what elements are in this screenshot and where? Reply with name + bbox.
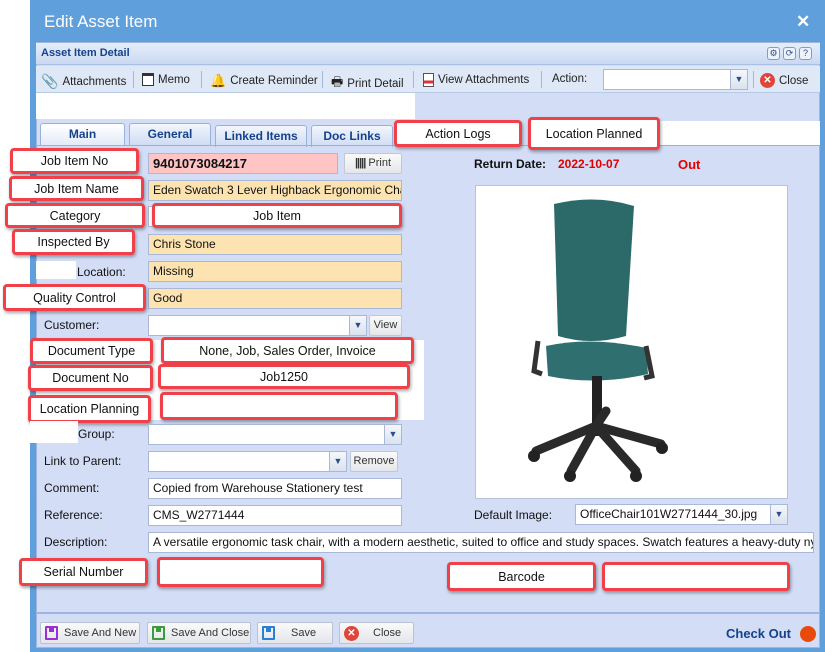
remove-parent-button[interactable]: Remove: [350, 451, 398, 472]
default-image-label: Default Image:: [474, 508, 553, 522]
location-input[interactable]: Missing: [148, 261, 402, 282]
comment-label: Comment:: [44, 481, 100, 495]
close-circle-icon: ✕: [760, 73, 775, 88]
document-icon: [423, 73, 434, 87]
toolbar-divider: [133, 71, 134, 88]
description-input[interactable]: A versatile ergonomic task chair, with a…: [148, 532, 814, 553]
tab-general[interactable]: General: [129, 123, 211, 145]
return-date-value: 2022-10-07: [558, 157, 620, 171]
close-circle-icon: ✕: [344, 625, 359, 641]
save-icon: [152, 626, 165, 640]
serial-number-input[interactable]: [157, 557, 324, 587]
chair-image: [528, 199, 668, 482]
job-item-name-input[interactable]: Eden Swatch 3 Lever Highback Ergonomic C…: [148, 180, 402, 201]
tab-action-logs[interactable]: Action Logs: [394, 120, 522, 147]
quality-control-input[interactable]: Good: [148, 288, 402, 309]
toolbar-divider: [541, 71, 542, 88]
toolbar-close-button[interactable]: ✕ Close: [760, 73, 808, 88]
chevron-down-icon[interactable]: ▼: [349, 316, 366, 335]
panel-title: Asset Item Detail: [41, 47, 130, 59]
refresh-icon[interactable]: ⟳: [783, 47, 796, 60]
job-item-name-label: Job Item Name: [9, 176, 144, 201]
inspected-by-label: Inspected By: [12, 229, 135, 255]
document-no-input[interactable]: Job1250: [158, 364, 410, 389]
barcode-input[interactable]: [602, 562, 790, 591]
chevron-down-icon[interactable]: ▼: [770, 505, 787, 524]
default-image-select[interactable]: OfficeChair101W2771444_30.jpg ▼: [575, 504, 788, 525]
location-label: Location:: [77, 265, 126, 279]
print-detail-button[interactable]: 🖶 Print Detail: [331, 73, 404, 95]
tab-location-planned[interactable]: Location Planned: [528, 117, 660, 150]
document-type-label: Document Type: [30, 338, 153, 364]
create-reminder-button[interactable]: 🔔 Create Reminder: [210, 73, 318, 89]
reference-label: Reference:: [44, 508, 103, 522]
group-select[interactable]: ▼: [148, 424, 402, 445]
tab-linked-items[interactable]: Linked Items: [215, 125, 307, 147]
barcode-icon: |||||: [354, 157, 366, 169]
close-icon[interactable]: ✕: [796, 12, 810, 32]
chevron-down-icon[interactable]: ▼: [329, 452, 346, 471]
chevron-down-icon[interactable]: ▼: [730, 70, 747, 89]
category-label: Category: [5, 203, 145, 228]
panel-header: [36, 43, 820, 65]
job-item-no-label: Job Item No: [10, 148, 139, 174]
toolbar-divider: [413, 71, 414, 88]
help-icon[interactable]: ?: [799, 47, 812, 60]
group-label: Group:: [78, 427, 115, 441]
status-badge: Out: [678, 157, 701, 172]
save-and-new-button[interactable]: Save And New: [40, 622, 140, 644]
tab-doc-links[interactable]: Doc Links: [311, 125, 393, 147]
customer-label: Customer:: [44, 318, 100, 332]
serial-number-label: Serial Number: [19, 558, 148, 586]
save-and-close-button[interactable]: Save And Close: [147, 622, 251, 644]
quality-control-label: Quality Control: [3, 284, 146, 311]
printer-icon: 🖶: [331, 74, 344, 89]
document-no-label: Document No: [28, 365, 153, 391]
view-attachments-button[interactable]: View Attachments: [423, 73, 529, 87]
toolbar-divider: [201, 71, 202, 88]
blank-area: [36, 261, 76, 279]
reference-input[interactable]: CMS_W2771444: [148, 505, 402, 526]
gear-icon[interactable]: ⚙: [767, 47, 780, 60]
location-planning-input[interactable]: [160, 392, 398, 420]
customer-view-button[interactable]: View: [369, 315, 402, 336]
save-button[interactable]: Save: [257, 622, 333, 644]
return-date-label: Return Date:: [474, 157, 547, 171]
link-to-parent-select[interactable]: ▼: [148, 451, 347, 472]
check-out-link[interactable]: Check Out: [726, 626, 791, 641]
customer-select[interactable]: ▼: [148, 315, 367, 336]
chevron-down-icon[interactable]: ▼: [384, 425, 401, 444]
blank-area: [660, 121, 820, 145]
footer-close-button[interactable]: ✕ Close: [339, 622, 414, 644]
comment-input[interactable]: Copied from Warehouse Stationery test: [148, 478, 402, 499]
job-item-no-input[interactable]: 9401073084217: [148, 153, 338, 174]
tab-main[interactable]: Main: [40, 123, 125, 145]
link-to-parent-label: Link to Parent:: [44, 454, 122, 468]
barcode-label: Barcode: [447, 562, 596, 591]
blank-area: [36, 93, 415, 119]
inspected-by-input[interactable]: Chris Stone: [148, 234, 402, 255]
asset-image: [475, 185, 788, 499]
print-barcode-button[interactable]: ||||| Print: [344, 153, 402, 174]
footer-divider: [36, 612, 820, 614]
blank-area: [30, 421, 78, 443]
category-input[interactable]: Job Item: [152, 203, 402, 228]
memo-button[interactable]: Memo: [142, 73, 190, 86]
save-icon: [262, 626, 275, 640]
dialog-title: Edit Asset Item: [44, 12, 158, 31]
location-planning-label: Location Planning: [28, 395, 151, 423]
status-dot-icon: [800, 626, 816, 642]
toolbar-divider: [322, 71, 323, 88]
bell-icon: 🔔: [210, 73, 227, 88]
document-type-input[interactable]: None, Job, Sales Order, Invoice: [161, 337, 414, 364]
toolbar-divider: [753, 71, 754, 88]
action-select[interactable]: ▼: [603, 69, 748, 90]
description-label: Description:: [44, 535, 108, 549]
paperclip-icon: 📎: [41, 73, 59, 89]
attachments-button[interactable]: 📎 Attachments: [41, 73, 126, 90]
save-icon: [45, 626, 58, 640]
action-label: Action:: [552, 73, 588, 85]
memo-icon: [142, 73, 154, 86]
